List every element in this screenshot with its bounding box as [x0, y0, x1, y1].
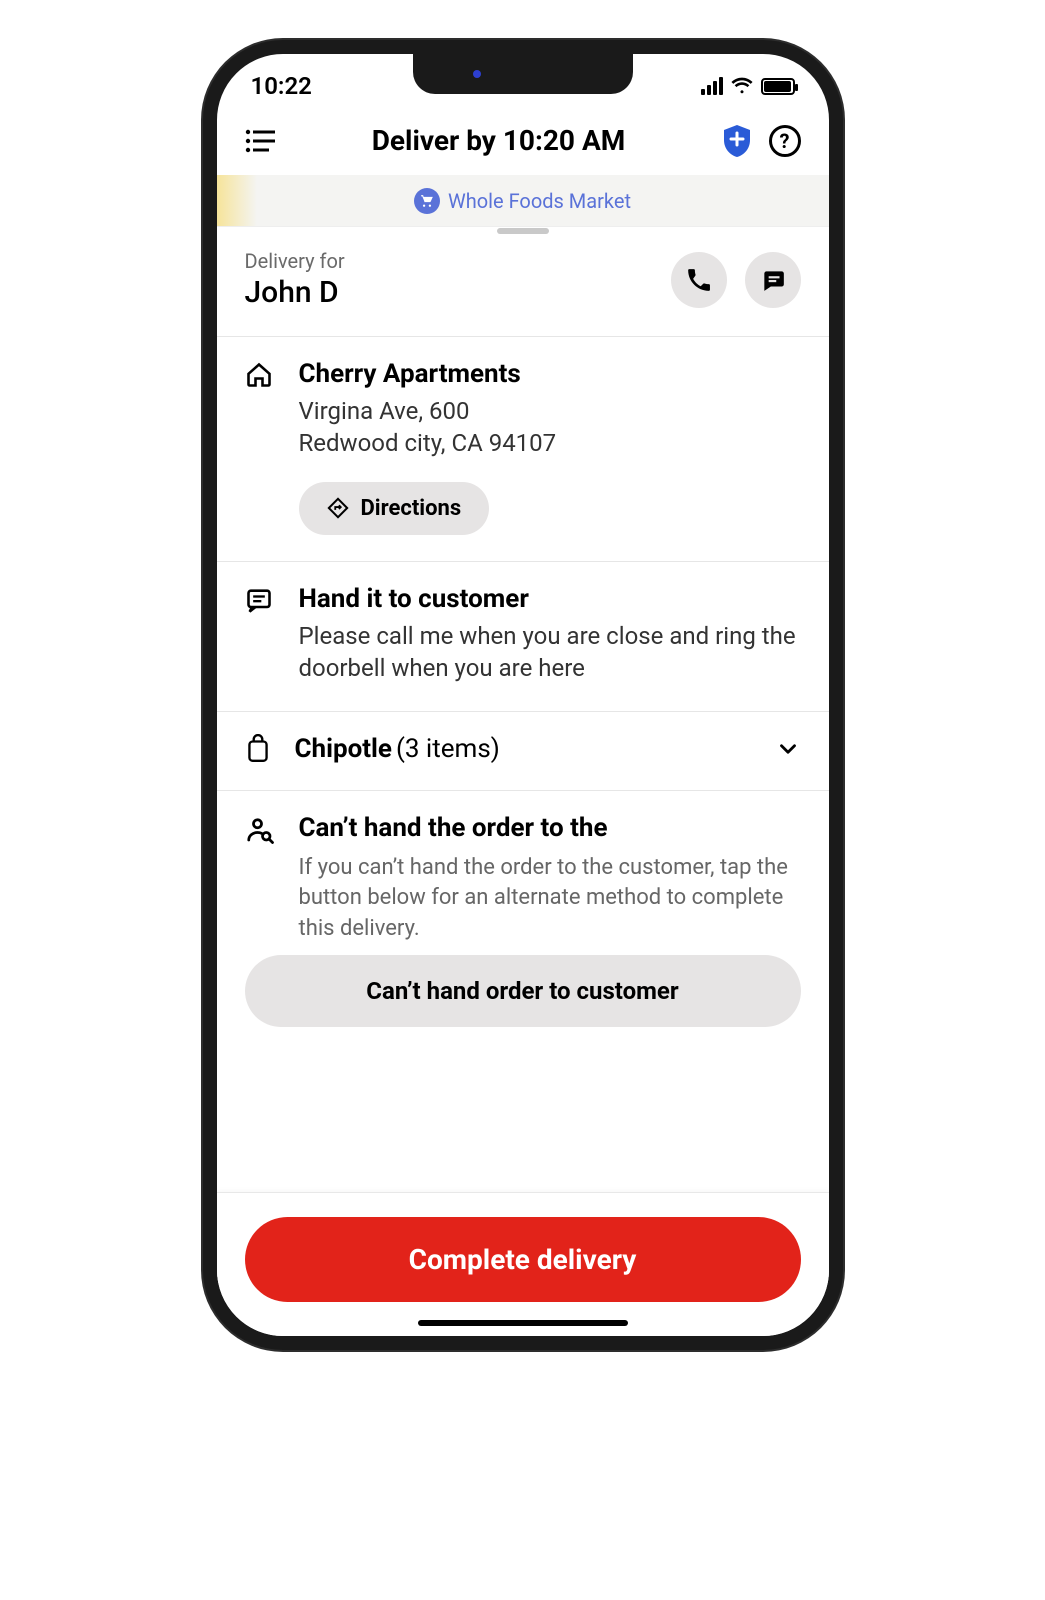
note-icon [245, 584, 275, 685]
home-indicator[interactable] [418, 1320, 628, 1326]
alternate-section: Can’t hand the order to the If you can’t… [217, 791, 829, 955]
complete-delivery-button[interactable]: Complete delivery [245, 1217, 801, 1302]
instructions-section: Hand it to customer Please call me when … [217, 562, 829, 712]
address-line2: Redwood city, CA 94107 [299, 427, 801, 459]
wifi-icon [731, 75, 753, 97]
phone-frame: 10:22 Deliver by 10:20 AM ? [203, 40, 843, 1350]
footer: Complete delivery [217, 1193, 829, 1336]
customer-name: John D [245, 275, 345, 310]
call-button[interactable] [671, 252, 727, 308]
complete-delivery-label: Complete delivery [409, 1243, 637, 1276]
address-line1: Virgina Ave, 600 [299, 395, 801, 427]
phone-icon [686, 267, 712, 293]
instructions-heading: Hand it to customer [299, 584, 801, 614]
chevron-down-icon [775, 736, 801, 762]
chat-icon [760, 267, 786, 293]
message-button[interactable] [745, 252, 801, 308]
app-bar-title: Deliver by 10:20 AM [372, 124, 626, 157]
address-section: Cherry Apartments Virgina Ave, 600 Redwo… [217, 337, 829, 562]
app-bar: Deliver by 10:20 AM ? [217, 106, 829, 175]
cant-hand-order-button[interactable]: Can’t hand order to customer [245, 955, 801, 1027]
notch [413, 54, 633, 94]
cellular-icon [701, 77, 723, 95]
person-search-icon [245, 813, 275, 945]
bag-icon [245, 734, 271, 764]
customer-section: Delivery for John D [217, 227, 829, 337]
map-poi-label: Whole Foods Market [448, 189, 631, 213]
map-preview[interactable]: Whole Foods Market [217, 175, 829, 227]
alternate-heading: Can’t hand the order to the [299, 813, 801, 843]
battery-icon [761, 78, 795, 95]
directions-label: Directions [361, 496, 462, 521]
address-name: Cherry Apartments [299, 359, 801, 389]
sheet-drag-handle[interactable] [497, 228, 549, 234]
directions-button[interactable]: Directions [299, 482, 490, 535]
order-section[interactable]: Chipotle (3 items) [217, 712, 829, 791]
alternate-body: If you can’t hand the order to the custo… [299, 853, 801, 945]
instructions-body: Please call me when you are close and ri… [299, 620, 801, 685]
home-icon [245, 359, 275, 535]
customer-label: Delivery for [245, 249, 345, 273]
safety-shield-icon[interactable] [723, 125, 751, 157]
help-icon[interactable]: ? [769, 125, 801, 157]
status-time: 10:22 [251, 72, 312, 100]
directions-icon [327, 497, 349, 519]
cant-hand-order-label: Can’t hand order to customer [366, 977, 678, 1005]
merchant-name: Chipotle [295, 734, 392, 764]
menu-icon[interactable] [245, 128, 275, 154]
cart-icon [414, 188, 440, 214]
item-count: (3 items) [396, 734, 500, 764]
